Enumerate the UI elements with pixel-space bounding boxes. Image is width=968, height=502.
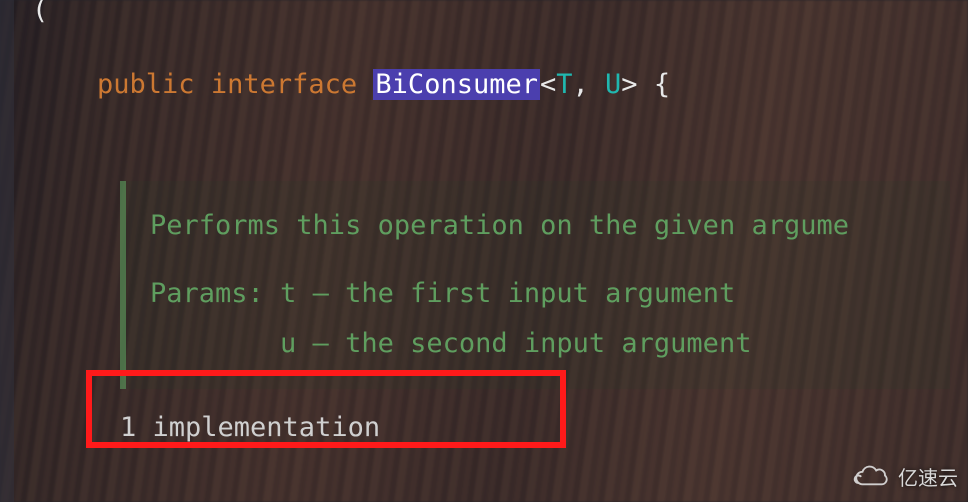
inlay-implementations[interactable]: 1 implementation [0,409,968,447]
comma: , [573,69,606,100]
type-param-u[interactable]: U [605,69,621,100]
javadoc-param-t: t – the first input argument [280,278,735,309]
javadoc-params-line: Params: t – the first input argument [150,269,950,319]
type-name-biconsumer[interactable]: BiConsumer [373,69,540,100]
type-param-t[interactable]: T [556,69,572,100]
keyword-interface: interface [211,69,357,100]
cloud-icon [850,464,890,492]
method-declaration-line[interactable]: void accept(T t, U u); [0,465,968,502]
watermark: 亿速云 [850,464,958,492]
watermark-text: 亿速云 [898,464,958,492]
javadoc-params-label: Params: [150,278,264,309]
interface-declaration-line[interactable]: public interface BiConsumer<T, U> { [0,28,968,141]
code-editor[interactable]: ( public interface BiConsumer<T, U> { Pe… [0,0,968,502]
javadoc-summary: Performs this operation on the given arg… [150,201,950,251]
javadoc-block: Performs this operation on the given arg… [120,181,950,389]
javadoc-param-u: u – the second input argument [280,328,751,359]
editor-gutter [0,0,14,502]
angle-open: < [540,69,556,100]
javadoc-param-u-line: u – the second input argument [150,319,950,369]
open-brace: { [638,69,671,100]
keyword-public: public [97,69,195,100]
javadoc-indent [150,328,280,359]
angle-close: > [621,69,637,100]
prev-line-fragment: ( [32,0,48,30]
